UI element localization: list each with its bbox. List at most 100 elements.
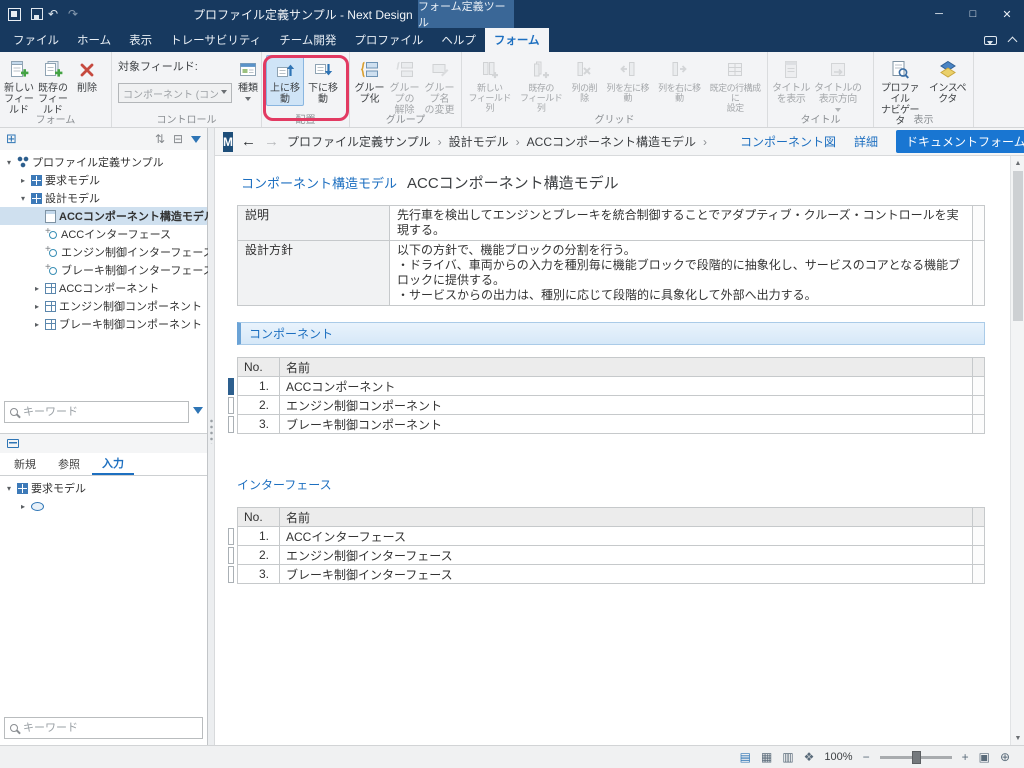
existing-field-column-button[interactable]: 既存の フィールド列 <box>515 55 566 114</box>
target-field-select[interactable]: コンポーネント (コンポーネ... <box>118 83 232 103</box>
keyword-search-input[interactable] <box>23 722 202 734</box>
move-column-right-button[interactable]: 列を右に移動 <box>654 55 706 104</box>
expander-icon[interactable] <box>32 284 42 293</box>
tab-file[interactable]: ファイル <box>4 28 68 52</box>
view-detail-link[interactable]: 詳細 <box>854 133 878 150</box>
tab-form[interactable]: フォーム <box>485 28 549 52</box>
sidebar-item-engine-interface[interactable]: エンジン制御インターフェース <box>0 243 207 261</box>
sidebar-item-engine-component[interactable]: エンジン制御コンポーネント <box>0 297 207 315</box>
sidebar-item-brake-interface[interactable]: ブレーキ制御インターフェース <box>0 261 207 279</box>
split-view-icon[interactable] <box>782 751 793 763</box>
show-title-button[interactable]: タイトル を表示 <box>770 55 812 106</box>
search-filter-icon[interactable] <box>193 407 203 419</box>
sidebar-item-design-model[interactable]: 設計モデル <box>0 189 207 207</box>
maximize-button[interactable]: □ <box>956 0 990 28</box>
zoom-in-button[interactable] <box>962 751 969 763</box>
existing-field-button[interactable]: 既存の フィールド <box>36 55 70 117</box>
undo-icon[interactable] <box>43 7 63 21</box>
tab-profile[interactable]: プロファイル <box>345 28 432 52</box>
breadcrumb-item[interactable]: プロファイル定義サンプル <box>287 133 431 150</box>
sidebar-item-requirement-model[interactable]: 要求モデル <box>0 171 207 189</box>
section-header-interface[interactable]: インターフェース <box>237 474 985 495</box>
pan-icon[interactable] <box>1000 751 1010 763</box>
tab-new[interactable]: 新規 <box>4 453 46 475</box>
sidebar-item-acc-interface[interactable]: ACCインターフェース <box>0 225 207 243</box>
title-direction-button[interactable]: タイトルの 表示方向 <box>812 55 864 116</box>
filter-icon[interactable] <box>191 136 201 148</box>
table-row[interactable]: 3. ブレーキ制御コンポーネント <box>238 415 985 434</box>
tab-traceability[interactable]: トレーサビリティ <box>161 28 270 52</box>
scroll-down-icon[interactable]: ▼ <box>1011 731 1024 745</box>
zoom-out-button[interactable] <box>863 751 870 763</box>
ungroup-button[interactable]: グループの 解除 <box>387 55 422 117</box>
sidebar-item-brake-component[interactable]: ブレーキ制御コンポーネント <box>0 315 207 333</box>
breadcrumb-item[interactable]: 設計モデル <box>449 133 509 150</box>
scroll-up-icon[interactable]: ▲ <box>1011 156 1024 170</box>
kind-button[interactable]: 種類 <box>236 55 260 105</box>
row-selector[interactable] <box>228 566 234 583</box>
sidebar-item-acc-component[interactable]: ACCコンポーネント <box>0 279 207 297</box>
scrollbar-thumb[interactable] <box>1013 171 1023 321</box>
tab-reference[interactable]: 参照 <box>48 453 90 475</box>
row-selector[interactable] <box>228 397 234 414</box>
inspector-button[interactable]: インスペクタ <box>924 55 971 106</box>
collapse-all-icon[interactable]: ⊟ <box>173 132 183 146</box>
sort-icon[interactable]: ⇅ <box>155 132 165 146</box>
model-tree-icon[interactable]: ⊞ <box>6 131 17 147</box>
close-button[interactable]: ✕ <box>990 0 1024 28</box>
zoom-slider[interactable] <box>880 756 952 759</box>
tab-help[interactable]: ヘルプ <box>432 28 485 52</box>
new-field-button[interactable]: 新しい フィールド <box>2 55 36 117</box>
collapse-ribbon-icon[interactable] <box>1008 37 1018 47</box>
breadcrumb-item[interactable]: ACCコンポーネント構造モデル <box>527 133 696 150</box>
forward-icon[interactable] <box>264 134 279 149</box>
table-row[interactable]: 1. ACCコンポーネント <box>238 377 985 396</box>
minimize-button[interactable]: ─ <box>922 0 956 28</box>
new-field-column-button[interactable]: 新しい フィールド列 <box>464 55 515 114</box>
row-selector[interactable] <box>228 547 234 564</box>
tab-home[interactable]: ホーム <box>68 28 120 52</box>
table-row[interactable]: 3. ブレーキ制御インターフェース <box>238 565 985 584</box>
expander-icon[interactable] <box>18 502 28 511</box>
group-button[interactable]: グループ化 <box>352 55 387 106</box>
section-header-component[interactable]: コンポーネント <box>237 322 985 345</box>
rename-group-button[interactable]: グループ名 の変更 <box>422 55 457 117</box>
tab-team[interactable]: チーム開発 <box>270 28 345 52</box>
table-row[interactable]: 1. ACCインターフェース <box>238 527 985 546</box>
expander-icon[interactable] <box>18 194 28 203</box>
input-tree-item-usecase-model[interactable] <box>0 497 207 515</box>
tab-view[interactable]: 表示 <box>120 28 161 52</box>
row-selector[interactable] <box>228 416 234 433</box>
move-down-button[interactable]: 下に移動 <box>304 55 342 106</box>
delete-field-button[interactable]: 削除 <box>70 55 104 95</box>
sidebar-item-acc-structure-model[interactable]: ACCコンポーネント構造モデル <box>0 207 207 225</box>
tree-grid-view-icon[interactable] <box>761 751 772 763</box>
property-value[interactable]: 以下の方針で、機能ブロックの分割を行う。 ・ドライバ、車両からの入力を種別毎に機… <box>390 241 973 306</box>
keyword-search-input[interactable] <box>23 406 188 418</box>
move-column-left-button[interactable]: 列を左に移動 <box>602 55 654 104</box>
expander-icon[interactable] <box>32 320 42 329</box>
property-value[interactable]: 先行車を検出してエンジンとブレーキを統合制御することでアダプティブ・クルーズ・コ… <box>390 206 973 241</box>
expander-icon[interactable] <box>32 302 42 311</box>
redo-icon[interactable] <box>63 7 83 21</box>
expander-icon[interactable] <box>18 176 28 185</box>
table-row[interactable]: 2. エンジン制御インターフェース <box>238 546 985 565</box>
tab-input[interactable]: 入力 <box>92 453 134 475</box>
expander-icon[interactable] <box>4 158 14 167</box>
sidebar-item-profile-sample[interactable]: プロファイル定義サンプル <box>0 153 207 171</box>
default-row-config-button[interactable]: 既定の行構成に 設定 <box>705 55 765 114</box>
row-selector[interactable] <box>228 378 234 395</box>
diagram-view-icon[interactable] <box>804 751 815 763</box>
vertical-scrollbar[interactable]: ▲ ▼ <box>1010 156 1024 745</box>
save-icon[interactable] <box>31 8 43 20</box>
feedback-icon[interactable] <box>984 36 997 45</box>
view-document-form-button[interactable]: ドキュメントフォーム <box>896 130 1024 153</box>
model-badge[interactable]: M <box>223 132 233 152</box>
back-icon[interactable] <box>241 134 256 149</box>
zoom-slider-handle[interactable] <box>912 751 921 764</box>
delete-column-button[interactable]: 列の削除 <box>567 55 602 104</box>
move-up-button[interactable]: 上に移動 <box>266 55 304 106</box>
input-tree-item-requirement-model[interactable]: 要求モデル <box>0 479 207 497</box>
table-row[interactable]: 2. エンジン制御コンポーネント <box>238 396 985 415</box>
row-selector[interactable] <box>228 528 234 545</box>
